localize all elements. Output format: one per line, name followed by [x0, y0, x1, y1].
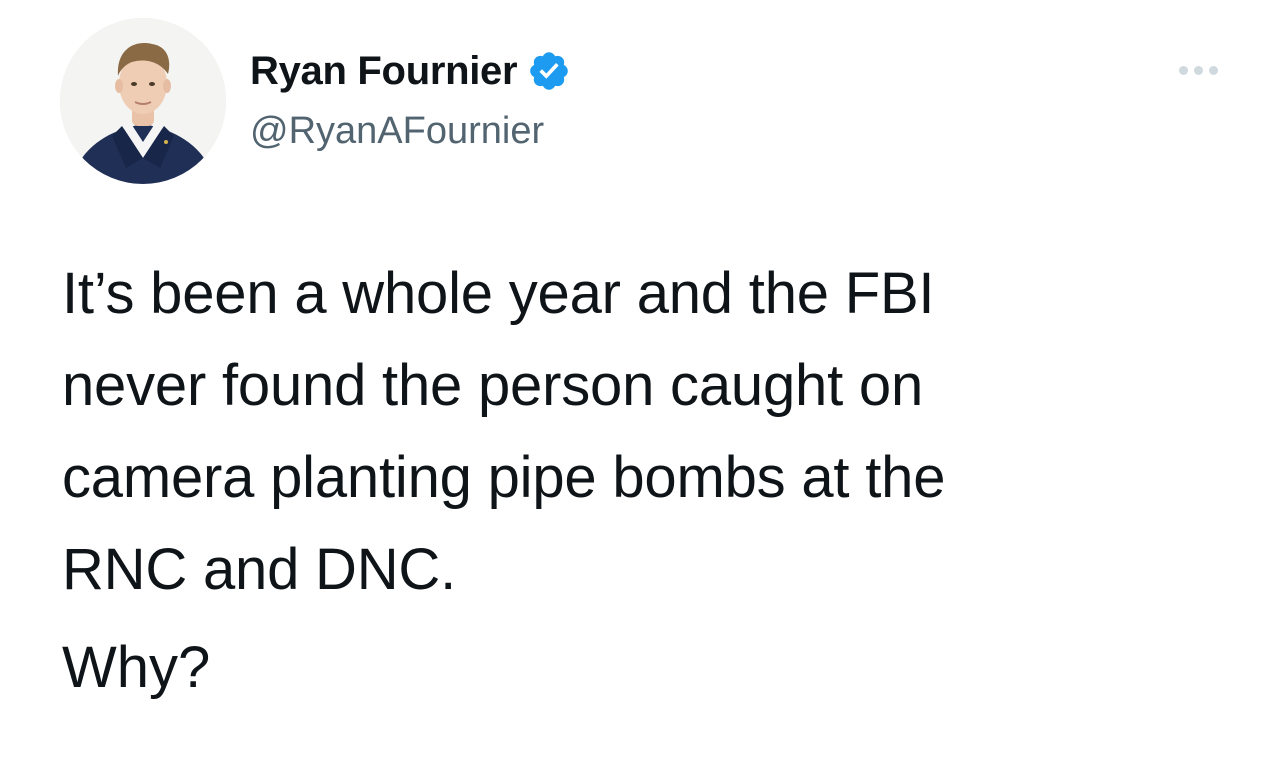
author-handle[interactable]: @RyanAFournier — [250, 106, 544, 156]
author-name-row: Ryan Fournier — [250, 46, 571, 96]
avatar-photo — [60, 18, 226, 184]
more-dot — [1208, 65, 1218, 75]
tweet-text-line: RNC and DNC. — [62, 537, 457, 602]
author-display-name[interactable]: Ryan Fournier — [250, 46, 518, 96]
more-dot — [1193, 65, 1203, 75]
tweet-text-line: It’s been a whole year and the FBI — [62, 261, 935, 326]
tweet-text-line: camera planting pipe bombs at the — [62, 445, 946, 510]
verified-badge-icon — [530, 52, 569, 90]
more-horizontal-icon — [1178, 65, 1188, 75]
author-avatar[interactable] — [60, 18, 226, 184]
tweet-text-line: never found the person caught on — [62, 353, 924, 418]
tweet-text-paragraph: Why? — [62, 635, 211, 700]
tweet-text: It’s been a whole year and the FBI never… — [62, 248, 1242, 616]
more-options-button[interactable] — [1168, 56, 1228, 84]
